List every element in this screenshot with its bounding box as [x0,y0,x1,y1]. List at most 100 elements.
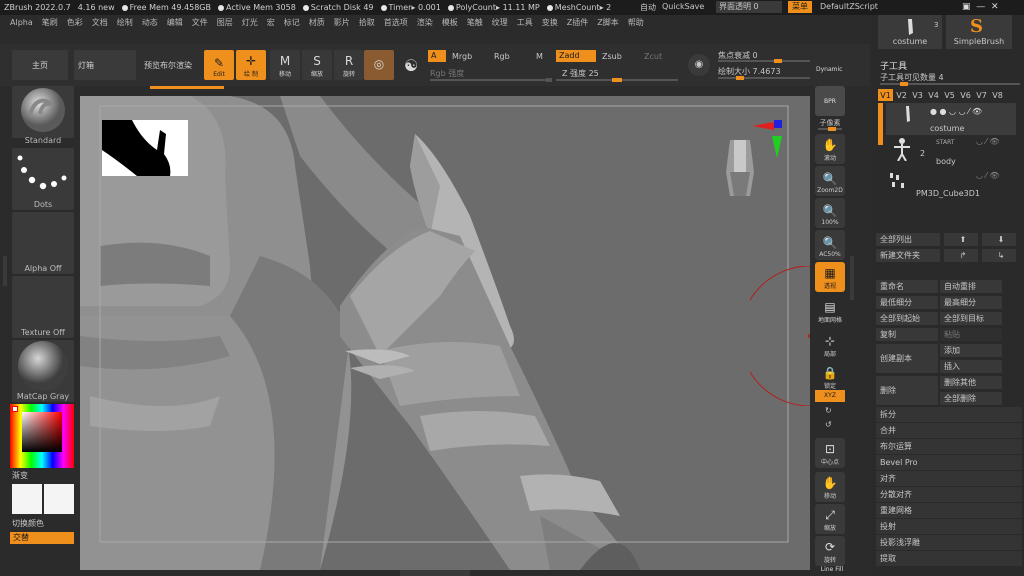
bevel-pro-section[interactable]: Bevel Pro [876,455,1022,470]
alternate-button[interactable]: 交替 [10,532,74,544]
current-tool-thumb[interactable]: 3 costume [878,15,942,49]
menu-item[interactable]: 宏 [267,17,275,28]
menu-item[interactable]: Z插件 [567,17,588,28]
draw-size-slider[interactable] [718,76,810,80]
scale-view-button[interactable]: ⤢ 缩放 [815,504,845,534]
main-color-swatch[interactable] [12,484,42,514]
rgb-button[interactable]: Rgb [494,52,510,61]
menu-item[interactable]: 动态 [142,17,158,28]
menu-button[interactable]: 菜单 [788,1,812,13]
menu-item[interactable]: 变换 [542,17,558,28]
append-button[interactable]: 添加 [940,344,1002,357]
menu-item[interactable]: 笔刷 [42,17,58,28]
floor-grid-button[interactable]: ▤ 地面网格 [815,296,845,326]
project-bas-relief-section[interactable]: 投影浅浮雕 [876,535,1022,550]
perspective-button[interactable]: ▦ 透视 [815,262,845,292]
version-tab-v7[interactable]: V7 [974,89,989,101]
menu-item[interactable]: 文档 [92,17,108,28]
a-toggle[interactable]: A [428,50,446,62]
dynamic-toggle[interactable]: Dynamic [816,66,842,73]
version-tab-v8[interactable]: V8 [990,89,1005,101]
list-all-button[interactable]: 全部列出 [876,233,940,246]
focal-shift-slider[interactable] [718,59,810,63]
subtool-scrollbar[interactable] [878,103,883,145]
edit-button[interactable]: ✎ Edit [204,50,234,80]
rotate-axis-icon[interactable]: ↺ [825,420,832,429]
simplebrush-thumb[interactable]: S SimpleBrush [946,15,1012,49]
lock-button[interactable]: 🔒 锁定 [815,362,845,392]
project-section[interactable]: 投射 [876,519,1022,534]
menu-item[interactable]: Alpha [10,18,33,27]
axis-gizmo[interactable] [752,118,782,158]
subtool-item-costume[interactable]: ● ● ◡ ◡ ⁄ 👁 costume [886,103,1016,135]
bottom-scroll-handle[interactable] [400,570,470,576]
zsub-button[interactable]: Zsub [602,52,622,61]
home-button[interactable]: 主页 [12,50,68,80]
delete-button[interactable]: 删除 [876,376,938,405]
subtool-header[interactable]: 子工具 [880,59,907,72]
menu-item[interactable]: 帮助 [628,17,644,28]
delete-other-button[interactable]: 删除其他 [940,376,1002,389]
ac50-button[interactable]: 🔍 AC50% [815,230,845,260]
rotate-view-button[interactable]: ⟳ 旋转 [815,536,845,566]
subtool-item-body[interactable]: 2 START ◡ ⁄ 👁 body [886,137,1016,171]
linefill-button[interactable]: Line Fill [815,566,849,573]
remesh-section[interactable]: 重建网格 [876,503,1022,518]
rotate-button[interactable]: R 旋转 [334,50,364,80]
subpixel-slider[interactable] [818,127,842,131]
menu-item[interactable]: 灯光 [242,17,258,28]
menu-item[interactable]: 渲染 [417,17,433,28]
version-tab-v3[interactable]: V3 [910,89,925,101]
menu-item[interactable]: 标记 [284,17,300,28]
menu-item[interactable]: 材质 [309,17,325,28]
local-button[interactable]: ⊹ 局部 [815,330,845,360]
subtool-row-icons[interactable]: ● ● ◡ ◡ ⁄ 👁 [930,107,982,116]
visible-count-slider[interactable] [880,82,1020,86]
right-scroll-handle[interactable] [850,256,854,300]
draw-button[interactable]: ✛ 绘 制 [236,50,266,80]
insert-button[interactable]: 插入 [940,360,1002,373]
rgb-intensity-slider[interactable] [430,78,552,82]
split-section[interactable]: 拆分 [876,407,1022,422]
viewport-canvas[interactable] [80,96,810,570]
menu-item[interactable]: 色彩 [67,17,83,28]
subtool-item-cube[interactable]: ◡ ⁄ 👁 PM3D_Cube3D1 [886,171,1016,203]
xyz-toggle[interactable]: XYZ [815,390,845,402]
scale-button[interactable]: S 缩放 [302,50,332,80]
m-button[interactable]: M [536,52,543,61]
secondary-color-swatch[interactable] [44,484,74,514]
subtool-row-icons[interactable]: ◡ ⁄ 👁 [976,137,1000,146]
redo-arrow-icon[interactable]: ↱ [944,249,978,262]
version-tab-v6[interactable]: V6 [958,89,973,101]
all-to-start-button[interactable]: 全部到起始 [876,312,938,325]
menu-item[interactable]: 绘制 [117,17,133,28]
actual-size-button[interactable]: 🔍 100% [815,198,845,228]
zadd-toggle[interactable]: Zadd [556,50,596,62]
move-view-button[interactable]: ✋ 移动 [815,472,845,502]
copy-button[interactable]: 复制 [876,328,938,341]
symmetry-s-icon[interactable]: ◉ [688,54,710,76]
subtool-row-icons[interactable]: ◡ ⁄ 👁 [976,171,1000,180]
z-intensity-slider[interactable] [556,78,678,82]
version-tab-v4[interactable]: V4 [926,89,941,101]
menu-item[interactable]: Z脚本 [597,17,618,28]
menu-item[interactable]: 笔触 [467,17,483,28]
highest-subdiv-button[interactable]: 最高细分 [940,296,1002,309]
bool-preview-button[interactable]: 预览布尔渲染 [140,50,196,80]
menu-item[interactable]: 图层 [217,17,233,28]
move-button[interactable]: M 移动 [270,50,300,80]
distribute-section[interactable]: 分散对齐 [876,487,1022,502]
quicksave-button[interactable]: QuickSave [662,2,704,11]
zcut-button[interactable]: Zcut [644,52,662,61]
menu-item[interactable]: 模板 [442,17,458,28]
menu-item[interactable]: 影片 [334,17,350,28]
extract-section[interactable]: 提取 [876,551,1022,566]
down-right-arrow-icon[interactable]: ↳ [982,249,1016,262]
center-button[interactable]: ⊡ 中心点 [815,438,845,468]
version-tab-v1[interactable]: V1 [878,89,893,101]
paste-button[interactable]: 粘贴 [940,328,1002,341]
menu-item[interactable]: 首选项 [384,17,408,28]
menu-item[interactable]: 文件 [192,17,208,28]
duplicate-button[interactable]: 创建副本 [876,344,938,373]
menu-item[interactable]: 编辑 [167,17,183,28]
